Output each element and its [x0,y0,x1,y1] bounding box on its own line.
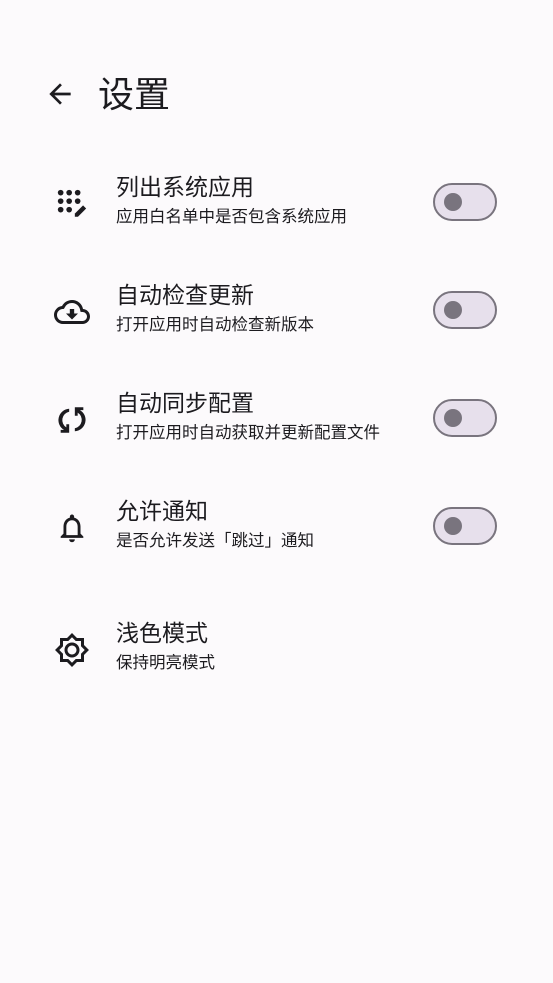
brightness-icon [50,628,94,672]
setting-subtitle: 打开应用时自动获取并更新配置文件 [116,423,380,442]
cloud-download-icon [50,290,94,334]
setting-title: 允许通知 [116,499,208,525]
toggle-thumb [444,409,462,427]
auto-check-updates-toggle[interactable] [433,291,497,329]
setting-subtitle: 是否允许发送「跳过」通知 [116,531,314,550]
setting-title: 自动同步配置 [116,391,254,417]
arrow-left-icon [49,83,71,105]
setting-title: 浅色模式 [116,621,208,647]
allow-notifications-toggle[interactable] [433,507,497,545]
setting-title: 列出系统应用 [116,175,254,201]
sync-icon [50,398,94,442]
page-title: 设置 [98,75,171,116]
list-system-apps-toggle[interactable] [433,183,497,221]
auto-sync-config-toggle[interactable] [433,399,497,437]
settings-list: 列出系统应用 应用白名单中是否包含系统应用 自动检查更新 打开应用时自动检查新版… [0,148,553,702]
setting-subtitle: 打开应用时自动检查新版本 [116,315,314,334]
setting-auto-sync-config[interactable]: 自动同步配置 打开应用时自动获取并更新配置文件 [0,364,553,472]
setting-subtitle: 应用白名单中是否包含系统应用 [116,207,347,226]
setting-subtitle: 保持明亮模式 [116,653,215,672]
setting-light-mode[interactable]: 浅色模式 保持明亮模式 [0,594,553,702]
setting-title: 自动检查更新 [116,283,254,309]
apps-edit-icon [50,182,94,226]
top-app-bar: 设置 [0,62,553,134]
toggle-thumb [444,301,462,319]
toggle-thumb [444,517,462,535]
setting-list-system-apps[interactable]: 列出系统应用 应用白名单中是否包含系统应用 [0,148,553,256]
setting-auto-check-updates[interactable]: 自动检查更新 打开应用时自动检查新版本 [0,256,553,364]
toggle-thumb [444,193,462,211]
bell-icon [50,506,94,550]
setting-allow-notifications[interactable]: 允许通知 是否允许发送「跳过」通知 [0,472,553,580]
back-button[interactable] [38,72,82,116]
